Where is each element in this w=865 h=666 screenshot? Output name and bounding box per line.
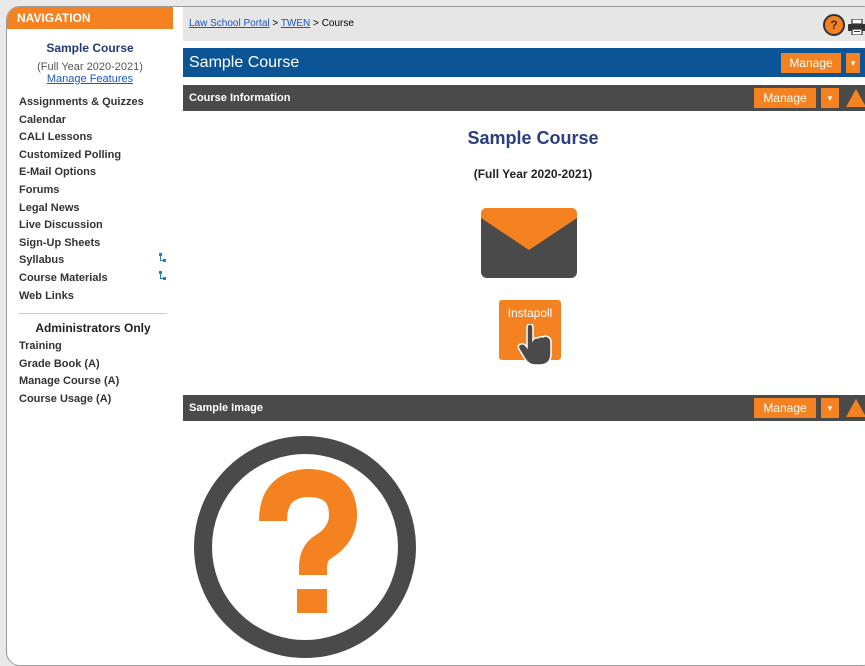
breadcrumb-twen-link[interactable]: TWEN [281, 18, 310, 29]
sidebar-item-calendar[interactable]: Calendar [19, 112, 167, 130]
instapoll-button[interactable]: Instapoll [499, 300, 561, 366]
sidebar-item-manage-course[interactable]: Manage Course (A) [19, 373, 167, 391]
question-mark-icon [193, 435, 417, 664]
sidebar-item-label: Syllabus [19, 254, 65, 267]
instapoll-label: Instapoll [507, 306, 553, 320]
course-info-term: (Full Year 2020-2021) [473, 167, 593, 181]
manage-section-button[interactable]: Manage [754, 398, 816, 418]
app-window: NAVIGATION Sample Course (Full Year 2020… [6, 6, 865, 666]
sidebar-course-title: Sample Course [46, 41, 134, 55]
sidebar-divider [19, 313, 167, 315]
sidebar-item-signup-sheets[interactable]: Sign-Up Sheets [19, 235, 167, 253]
breadcrumb: Law School Portal > TWEN > Course ? [183, 7, 865, 41]
admin-list: Training Grade Book (A) Manage Course (A… [7, 338, 173, 408]
manage-section-dropdown-button[interactable]: ▾ [821, 88, 839, 108]
printer-icon[interactable] [848, 16, 865, 36]
sidebar-item-label: Course Materials [19, 271, 108, 284]
breadcrumb-current: Course [321, 18, 354, 29]
sidebar-item-assignments[interactable]: Assignments & Quizzes [19, 94, 167, 112]
page-title: Sample Course [189, 54, 300, 71]
breadcrumb-portal-link[interactable]: Law School Portal [189, 18, 270, 29]
sidebar-course-term: (Full Year 2020-2021) [37, 61, 143, 73]
sidebar-item-syllabus[interactable]: Syllabus [19, 252, 167, 270]
sidebar-item-grade-book[interactable]: Grade Book (A) [19, 356, 167, 374]
tree-expand-icon[interactable] [159, 252, 167, 270]
section-bar-sample-image: Sample Image Manage ▾ [183, 395, 865, 421]
sidebar-item-training[interactable]: Training [19, 338, 167, 356]
sidebar-item-email-options[interactable]: E-Mail Options [19, 164, 167, 182]
sidebar-item-cali-lessons[interactable]: CALI Lessons [19, 129, 167, 147]
sidebar-item-web-links[interactable]: Web Links [19, 288, 167, 306]
admin-section-title: Administrators Only [35, 321, 151, 336]
sidebar-item-legal-news[interactable]: Legal News [19, 200, 167, 218]
sidebar-item-forums[interactable]: Forums [19, 182, 167, 200]
page-header: Sample Course Manage ▾ [183, 48, 865, 77]
sidebar-item-customized-polling[interactable]: Customized Polling [19, 147, 167, 165]
course-info-title: Sample Course [467, 128, 599, 148]
section-bar-course-info: Course Information Manage ▾ [183, 85, 865, 111]
manage-section-dropdown-button[interactable]: ▾ [821, 398, 839, 418]
manage-section-button[interactable]: Manage [754, 88, 816, 108]
sidebar-item-course-usage[interactable]: Course Usage (A) [19, 391, 167, 409]
sidebar-item-course-materials[interactable]: Course Materials [19, 270, 167, 288]
breadcrumb-separator: > [310, 18, 322, 29]
sidebar-item-live-discussion[interactable]: Live Discussion [19, 217, 167, 235]
hand-pointer-icon [517, 324, 552, 366]
email-envelope-icon[interactable] [481, 208, 577, 283]
manage-course-dropdown-button[interactable]: ▾ [846, 53, 860, 73]
nav-list: Assignments & Quizzes Calendar CALI Less… [7, 94, 173, 305]
main-content: Law School Portal > TWEN > Course ? Samp… [183, 7, 865, 665]
manage-course-button[interactable]: Manage [781, 53, 841, 73]
collapse-triangle-icon[interactable] [846, 399, 865, 417]
nav-header: NAVIGATION [7, 7, 173, 29]
breadcrumb-separator: > [269, 18, 281, 29]
collapse-triangle-icon[interactable] [846, 89, 865, 107]
sidebar: NAVIGATION Sample Course (Full Year 2020… [7, 7, 173, 665]
help-icon[interactable]: ? [823, 14, 845, 36]
tree-expand-icon[interactable] [159, 270, 167, 288]
manage-features-link[interactable]: Manage Features [47, 73, 133, 85]
